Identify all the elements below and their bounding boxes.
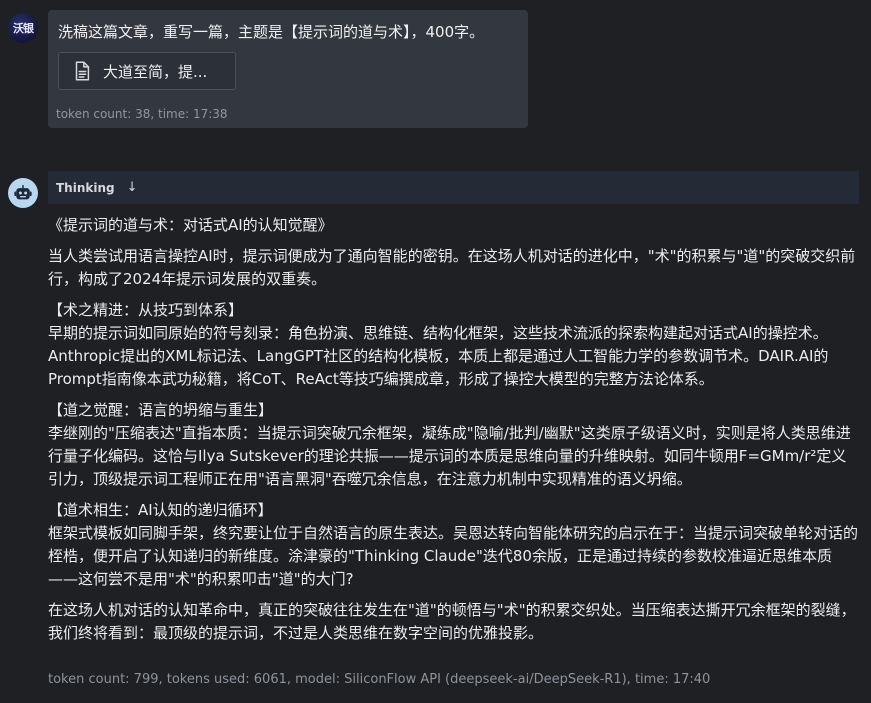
user-prompt-text: 洗稿这篇文章，重写一篇，主题是【提示词的道与术】，400字。 — [58, 23, 485, 41]
article-title: 《提示词的道与术：对话式AI的认知觉醒》 — [48, 216, 333, 234]
user-message-bubble: 洗稿这篇文章，重写一篇，主题是【提示词的道与术】，400字。 大道至简，提...… — [48, 10, 528, 128]
section2-body: 李继刚的"压缩表达"直指本质：当提示词突破冗余框架，凝练成"隐喻/批判/幽默"这… — [48, 424, 851, 488]
chat-view: 沃银 洗稿这篇文章，重写一篇，主题是【提示词的道与术】，400字。 大道至简，提… — [0, 0, 871, 703]
bot-avatar — [8, 178, 38, 208]
document-icon — [75, 61, 90, 81]
arrow-down-icon: ↓ — [126, 180, 138, 195]
section2-heading: 【道之觉醒：语言的坍缩与重生】 — [48, 401, 274, 419]
assistant-message-meta: token count: 799, tokens used: 6061, mod… — [48, 672, 711, 687]
user-avatar: 沃银 — [8, 13, 38, 43]
attachment-chip[interactable]: 大道至简，提... — [58, 52, 236, 90]
section3-body: 框架式模板如同脚手架，终究要让位于自然语言的原生表达。吴恩达转向智能体研究的启示… — [48, 524, 859, 588]
section3-heading: 【道术相生：AI认知的递归循环】 — [48, 501, 273, 519]
section1-heading: 【术之精进：从技巧到体系】 — [48, 301, 244, 319]
thinking-toggle[interactable]: Thinking ↓ — [48, 171, 859, 204]
article-intro: 当人类尝试用语言操控AI时，提示词便成为了通向智能的密钥。在这场人机对话的进化中… — [48, 247, 856, 288]
thinking-label: Thinking — [56, 180, 115, 195]
article-conclusion: 在这场人机对话的认知革命中，真正的突破往往发生在"道"的顿悟与"术"的积累交织处… — [48, 601, 856, 642]
robot-icon — [14, 185, 32, 200]
attachment-name: 大道至简，提... — [103, 62, 208, 81]
user-avatar-text: 沃银 — [13, 22, 34, 35]
assistant-message-content: 《提示词的道与术：对话式AI的认知觉醒》 当人类尝试用语言操控AI时，提示词便成… — [48, 214, 860, 645]
section1-body: 早期的提示词如同原始的符号刻录：角色扮演、思维链、结构化框架，这些技术流派的探索… — [48, 324, 829, 388]
user-message-meta: token count: 38, time: 17:38 — [56, 107, 228, 121]
